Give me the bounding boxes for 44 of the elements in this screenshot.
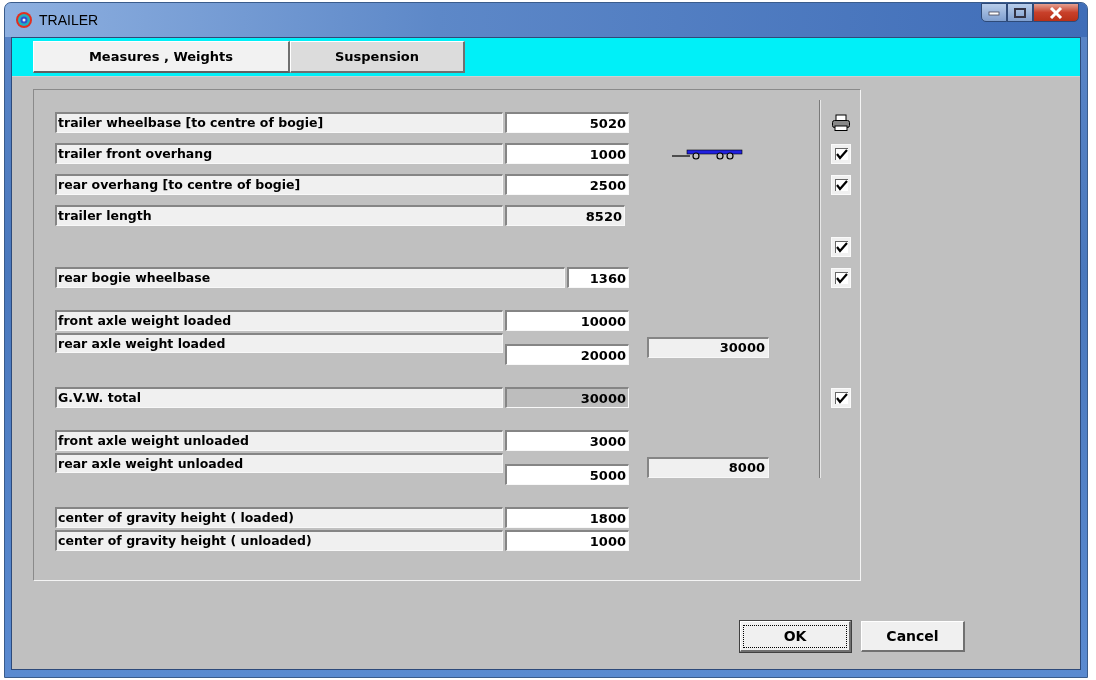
input-field[interactable]: 5020 xyxy=(505,112,629,133)
field-label: rear axle weight unloaded xyxy=(55,453,503,473)
checkbox[interactable] xyxy=(831,267,851,288)
field-label: center of gravity height ( loaded) xyxy=(55,507,503,528)
value-field[interactable]: 8520 xyxy=(505,205,625,226)
input-field[interactable]: 2500 xyxy=(505,174,629,195)
checkbox[interactable] xyxy=(831,387,851,408)
input-field[interactable]: 10000 xyxy=(505,310,629,331)
close-button[interactable] xyxy=(1033,3,1079,22)
checkbox[interactable] xyxy=(831,174,851,195)
input-field[interactable]: 5000 xyxy=(505,464,629,485)
value-field[interactable]: 30000 xyxy=(505,387,629,408)
field-label: trailer length xyxy=(55,205,503,226)
printer-icon[interactable] xyxy=(831,113,851,132)
maximize-icon xyxy=(1014,7,1026,18)
close-icon xyxy=(1049,6,1063,19)
field-label: front axle weight loaded xyxy=(55,310,503,331)
input-field[interactable]: 1800 xyxy=(505,507,629,528)
input-field[interactable]: 3000 xyxy=(505,430,629,451)
ok-button[interactable]: OK xyxy=(740,621,851,652)
field-label: center of gravity height ( unloaded) xyxy=(55,530,503,551)
input-field[interactable]: 20000 xyxy=(505,344,629,365)
tab[interactable]: Measures , Weights xyxy=(33,41,290,73)
field-label: rear bogie wheelbase xyxy=(55,267,565,288)
minimize-icon xyxy=(988,9,1000,16)
cancel-button[interactable]: Cancel xyxy=(861,621,965,652)
field-label: G.V.W. total xyxy=(55,387,503,408)
window-title: TRAILER xyxy=(39,12,100,28)
field-label: rear overhang [to centre of bogie] xyxy=(55,174,503,195)
total-field: 30000 xyxy=(647,337,769,358)
maximize-button[interactable] xyxy=(1007,3,1033,22)
checkbox[interactable] xyxy=(831,236,851,257)
field-label: trailer wheelbase [to centre of bogie] xyxy=(55,112,503,133)
input-field[interactable]: 1000 xyxy=(505,530,629,551)
field-label: trailer front overhang xyxy=(55,143,503,164)
checkbox[interactable] xyxy=(831,143,851,164)
tab[interactable]: Suspension xyxy=(290,41,465,73)
input-field[interactable]: 1360 xyxy=(567,267,629,288)
field-label: rear axle weight loaded xyxy=(55,333,503,353)
total-field: 8000 xyxy=(647,457,769,478)
app-icon xyxy=(15,11,33,29)
input-field[interactable]: 1000 xyxy=(505,143,629,164)
minimize-button[interactable] xyxy=(981,3,1007,22)
field-label: front axle weight unloaded xyxy=(55,430,503,451)
